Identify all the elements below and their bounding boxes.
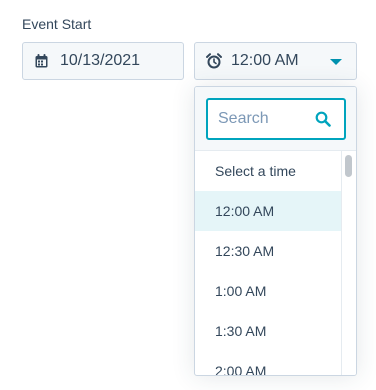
time-option[interactable]: 1:00 AM [195,271,342,311]
search-area: Search [195,87,356,151]
time-value: 12:00 AM [231,52,299,69]
calendar-icon [34,54,48,68]
time-option[interactable]: 12:30 AM [195,231,342,271]
time-option[interactable]: 2:00 AM [195,351,342,375]
time-dropdown: Search Select a time 12:00 AM 12:30 AM 1… [194,86,357,376]
date-input[interactable]: 10/13/2021 [22,42,184,80]
chevron-down-icon[interactable] [330,59,342,65]
search-icon[interactable] [314,110,332,128]
search-input[interactable]: Search [206,98,346,140]
date-value: 10/13/2021 [60,52,141,69]
search-placeholder: Search [218,110,269,127]
time-option[interactable]: 1:30 AM [195,311,342,351]
option-placeholder[interactable]: Select a time [195,151,342,191]
time-options-list: Select a time 12:00 AM 12:30 AM 1:00 AM … [195,151,342,375]
time-select[interactable]: 12:00 AM [194,42,357,80]
scrollbar-track[interactable] [341,151,356,375]
field-label: Event Start [22,16,92,32]
time-option[interactable]: 12:00 AM [195,191,342,231]
alarm-clock-icon [206,53,222,69]
scrollbar-thumb[interactable] [345,155,352,177]
